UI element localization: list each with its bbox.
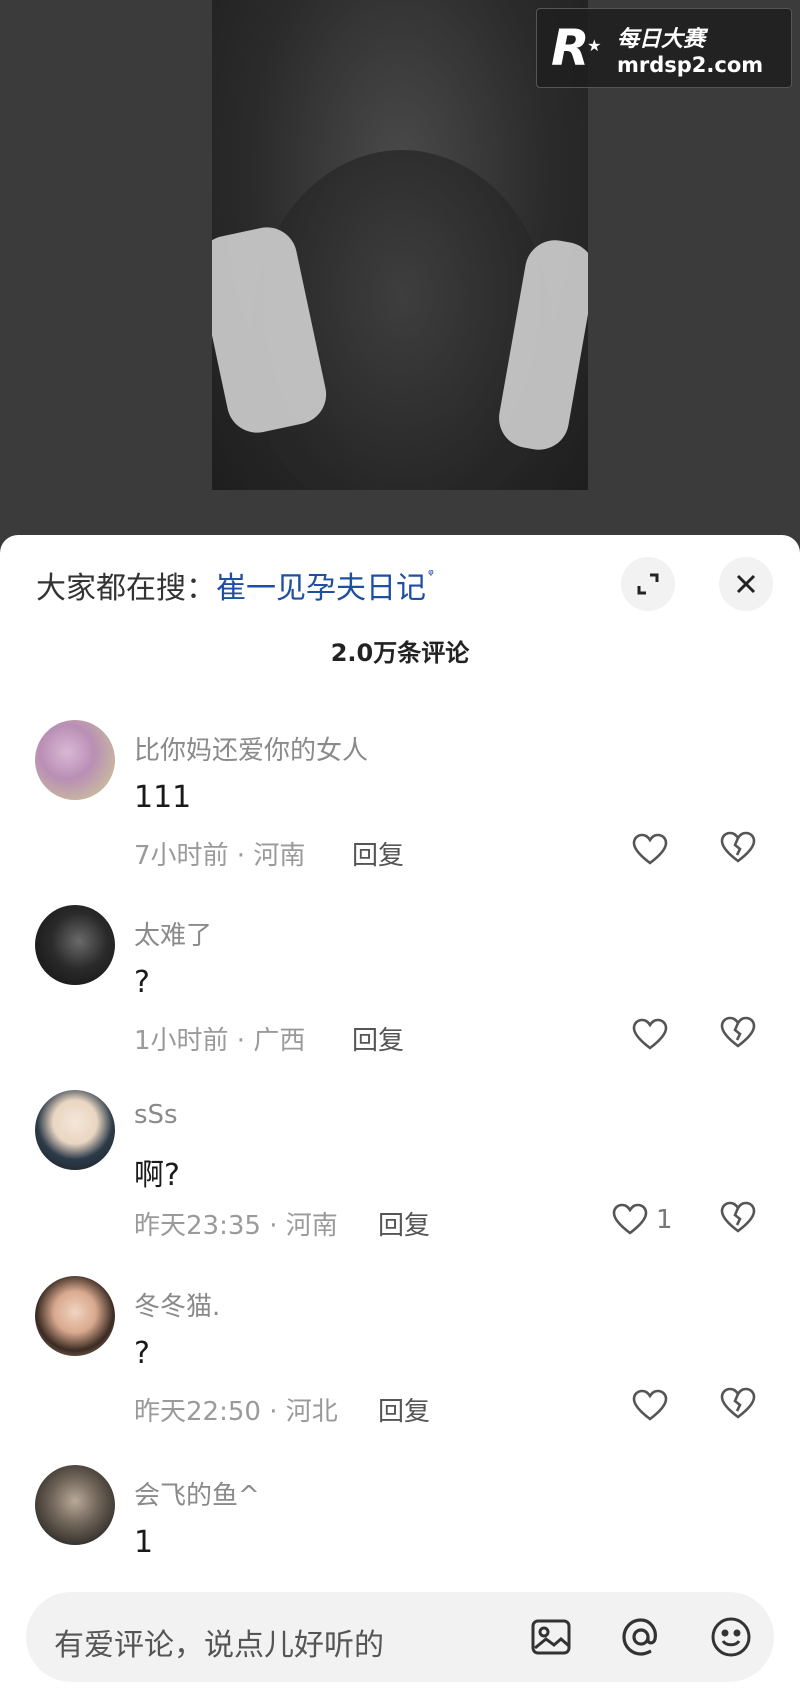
video-frame [212,0,588,490]
avatar[interactable] [35,905,115,985]
comment-username[interactable]: sSs [134,1100,178,1130]
dislike-button[interactable] [718,1198,762,1242]
reply-button[interactable]: 回复 [378,1391,430,1428]
like-button[interactable] [630,1384,670,1428]
broken-heart-icon [720,831,756,863]
search-prefix: 大家都在搜： [36,571,216,606]
comment-item: sSs 啊? 昨天23:35 · 河南 回复 1 [0,1090,800,1275]
avatar[interactable] [35,1465,115,1545]
dislike-button[interactable] [718,828,762,872]
reply-button[interactable]: 回复 [378,1205,430,1242]
comment-username[interactable]: 冬冬猫. [134,1286,220,1323]
comment-meta: 1小时前 · 广西 [134,1026,306,1056]
like-button[interactable]: 1 [610,1198,673,1242]
comment-item: 比你妈还爱你的女人 111 7小时前 · 河南 回复 [0,720,800,905]
expand-button[interactable] [621,557,675,611]
heart-icon [632,833,668,865]
close-icon [736,574,756,594]
close-button[interactable] [719,557,773,611]
comment-meta: 昨天22:50 · 河北 [134,1397,338,1427]
mention-button[interactable] [618,1614,664,1660]
comment-item: 冬冬猫. ? 昨天22:50 · 河北 回复 [0,1276,800,1461]
reply-button[interactable]: 回复 [352,835,404,872]
expand-icon [637,573,659,595]
avatar[interactable] [35,1276,115,1356]
reply-button[interactable]: 回复 [352,1020,404,1057]
comment-username[interactable]: 太难了 [134,915,212,952]
comment-content: 1 [134,1525,154,1560]
watermark-title: 每日大赛 [617,27,706,52]
watermark: R ★ 每日大赛 mrdsp2.com [536,8,792,88]
comment-content: ? [134,965,150,1000]
emoji-icon [711,1617,751,1657]
like-button[interactable] [630,828,670,872]
comment-panel: 大家都在搜： 崔一见孕夫日记 ᵠ 2.0万条评论 比你妈还爱你的女人 111 7… [0,535,800,1698]
comment-content: ? [134,1336,150,1371]
video-player[interactable]: R ★ 每日大赛 mrdsp2.com [0,0,800,540]
avatar[interactable] [35,1090,115,1170]
image-button[interactable] [528,1614,574,1660]
like-button[interactable] [630,1013,670,1057]
comment-meta: 昨天23:35 · 河南 [134,1211,338,1241]
image-icon [531,1619,571,1655]
avatar[interactable] [35,720,115,800]
comment-input[interactable]: 有爱评论，说点儿好听的 [54,1620,384,1664]
comment-content: 111 [134,780,192,815]
broken-heart-icon [720,1201,756,1233]
comment-username[interactable]: 比你妈还爱你的女人 [134,730,368,767]
comment-count: 2.0万条评论 [330,639,470,667]
watermark-url: mrdsp2.com [617,53,764,77]
like-count: 1 [656,1205,673,1235]
search-term-link[interactable]: 崔一见孕夫日记 [216,563,426,607]
heart-icon [612,1203,648,1235]
comment-meta: 7小时前 · 河南 [134,841,306,871]
comment-content: 啊? [134,1158,180,1193]
heart-icon [632,1389,668,1421]
comment-input-bar[interactable]: 有爱评论，说点儿好听的 [26,1592,774,1682]
search-icon: ᵠ [428,567,434,583]
emoji-button[interactable] [708,1614,754,1660]
comment-username[interactable]: 会飞的鱼^ [134,1475,260,1512]
comment-item: 太难了 ? 1小时前 · 广西 回复 [0,905,800,1090]
broken-heart-icon [720,1387,756,1419]
dislike-button[interactable] [718,1013,762,1057]
at-icon [622,1618,657,1656]
dislike-button[interactable] [718,1384,762,1428]
heart-icon [632,1018,668,1050]
broken-heart-icon [720,1016,756,1048]
watermark-logo: R ★ [551,19,602,77]
suggested-search[interactable]: 大家都在搜： 崔一见孕夫日记 ᵠ [36,563,434,607]
